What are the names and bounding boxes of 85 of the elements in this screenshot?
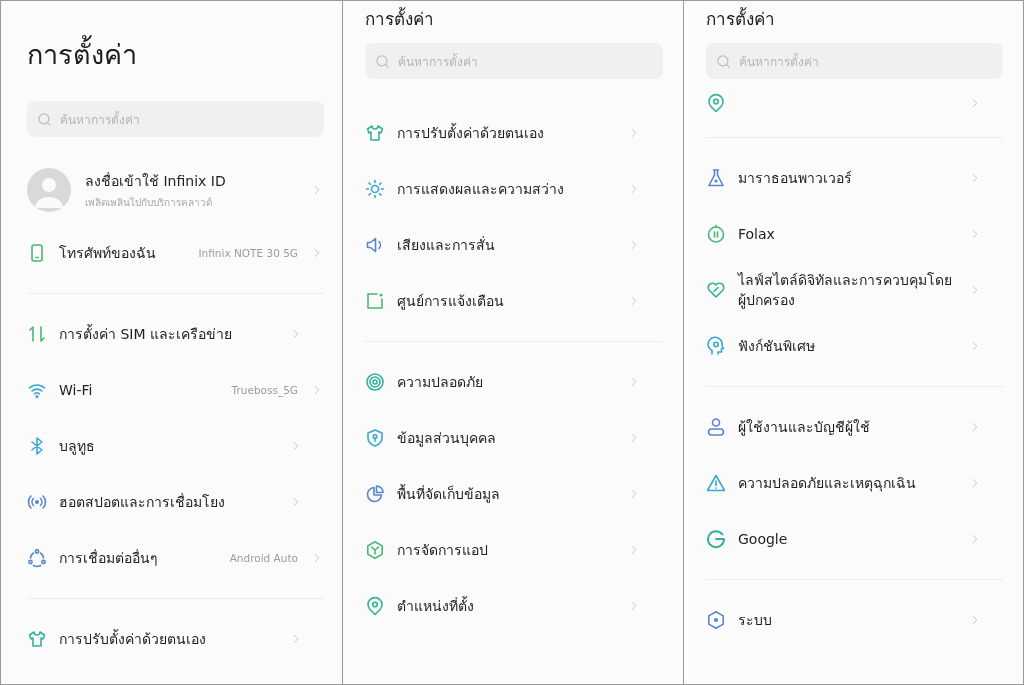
settings-item[interactable]: ความปลอดภัย [365,354,663,410]
item-label: การปรับตั้งค่าด้วยตนเอง [397,123,545,143]
settings-item[interactable]: ฟังก์ชันพิเศษ [706,318,1003,374]
hexagon-icon [706,610,726,630]
item-value: Infinix NOTE 30 5G [198,247,298,259]
settings-item[interactable]: Folax [706,206,1003,262]
flask-icon [706,168,726,188]
settings-item[interactable]: ศูนย์การแจ้งเตือน [365,273,663,329]
item-label: มาราธอนพาวเวอร์ [738,169,853,188]
sun-icon [365,179,385,199]
settings-item[interactable]: ข้อมูลส่วนบุคคล [365,410,663,466]
item-label: ความปลอดภัยและเหตุฉุกเฉิน [738,474,917,493]
g-letter-icon [706,529,726,549]
page-title: การตั้งค่า [27,1,324,101]
item-label: ข้อมูลส่วนบุคคล [397,429,497,448]
settings-item[interactable]: ผู้ใช้งานและบัญชีผู้ใช้ [706,399,1003,455]
item-label: ฟังก์ชันพิเศษ [738,337,816,356]
item-value: Android Auto [229,552,298,564]
settings-item[interactable]: พื้นที่จัดเก็บข้อมูล [365,466,663,522]
search-icon [375,53,390,69]
settings-item[interactable]: ระบบ [706,592,1003,648]
shirt-icon [365,123,385,143]
item-label: Folax [738,225,776,244]
settings-item[interactable]: เสียงและการสั่น [365,217,663,273]
item-label: โทรศัพท์ของฉัน [59,244,157,263]
page-title: การตั้งค่า [365,6,435,31]
settings-item[interactable]: ฮอตสปอตและการเชื่อมโยง [27,474,324,530]
target-icon [365,372,385,392]
item-label: ความปลอดภัย [397,373,484,392]
settings-item[interactable]: ตำแหน่งที่ตั้ง [365,578,663,634]
settings-item[interactable]: โทรศัพท์ของฉัน Infinix NOTE 30 5G [27,225,324,281]
settings-item[interactable]: ไลฟ์สไตล์ดิจิทัลและการควบคุมโดยผู้ปกครอง [706,262,1003,318]
item-label: Google [738,530,789,549]
settings-item[interactable]: การจัดการแอป [365,522,663,578]
connection-icon [27,548,47,568]
search-icon [716,53,731,69]
account-title: ลงชื่อเข้าใช้ Infinix ID [85,171,227,191]
item-label: บลูทูธ [59,437,96,456]
shield-icon [365,428,385,448]
hotspot-icon [27,492,47,512]
account-row[interactable]: ลงชื่อเข้าใช้ Infinix ID เพลิดเพลินไปกับบริการคลาวด์ [27,155,324,225]
page-title: การตั้งค่า [706,6,776,31]
search-placeholder: ค้นหาการตั้งค่า [60,110,140,129]
settings-item[interactable]: บลูทูธ [27,418,324,474]
account-subtitle: เพลิดเพลินไปกับบริการคลาวด์ [85,195,213,210]
settings-item[interactable]: Google [706,511,1003,567]
head-icon [706,336,726,356]
settings-item[interactable]: การปรับตั้งค่าด้วยตนเอง [365,105,663,161]
location-pin-icon [365,596,385,616]
item-label: พื้นที่จัดเก็บข้อมูล [397,484,501,504]
item-label: การปรับตั้งค่าด้วยตนเอง [59,629,207,649]
item-label: เสียงและการสั่น [397,235,496,255]
arrows-icon [27,324,47,344]
item-value: Trueboss_5G [231,384,298,396]
settings-item[interactable]: Wi-Fi Trueboss_5G [27,362,324,418]
location-pin-icon [706,93,726,113]
search-placeholder: ค้นหาการตั้งค่า [739,52,819,71]
search-placeholder: ค้นหาการตั้งค่า [398,52,478,71]
cube-icon [365,540,385,560]
settings-item[interactable]: การแสดงผลและความสว่าง [365,161,663,217]
item-label: ไลฟ์สไตล์ดิจิทัลและการควบคุมโดยผู้ปกครอง [738,271,953,310]
settings-item[interactable]: การเชื่อมต่ออื่นๆ Android Auto [27,530,324,586]
power-ring-icon [706,224,726,244]
item-label: Wi-Fi [59,381,94,400]
settings-item[interactable]: ความปลอดภัยและเหตุฉุกเฉิน [706,455,1003,511]
item-label: ระบบ [738,611,773,630]
shirt-icon [27,629,47,649]
warning-icon [706,473,726,493]
item-label: ศูนย์การแจ้งเตือน [397,292,505,311]
item-label: ผู้ใช้งานและบัญชีผู้ใช้ [738,418,871,437]
settings-item[interactable]: การตั้งค่า SIM และเครือข่าย [27,306,324,362]
search-icon [37,111,52,127]
item-label: การแสดงผลและความสว่าง [397,180,565,199]
notification-icon [365,291,385,311]
item-label: การจัดการแอป [397,541,489,560]
user-icon [706,417,726,437]
item-label: ตำแหน่งที่ตั้ง [397,596,475,616]
item-label: การเชื่อมต่ออื่นๆ [59,548,159,568]
settings-item[interactable]: มาราธอนพาวเวอร์ [706,150,1003,206]
avatar-silhouette [27,168,71,212]
heart-icon [706,280,726,300]
item-label: การตั้งค่า SIM และเครือข่าย [59,324,233,344]
pie-chart-icon [365,484,385,504]
settings-item[interactable]: การปรับตั้งค่าด้วยตนเอง [27,611,324,667]
item-label: ฮอตสปอตและการเชื่อมโยง [59,492,226,512]
